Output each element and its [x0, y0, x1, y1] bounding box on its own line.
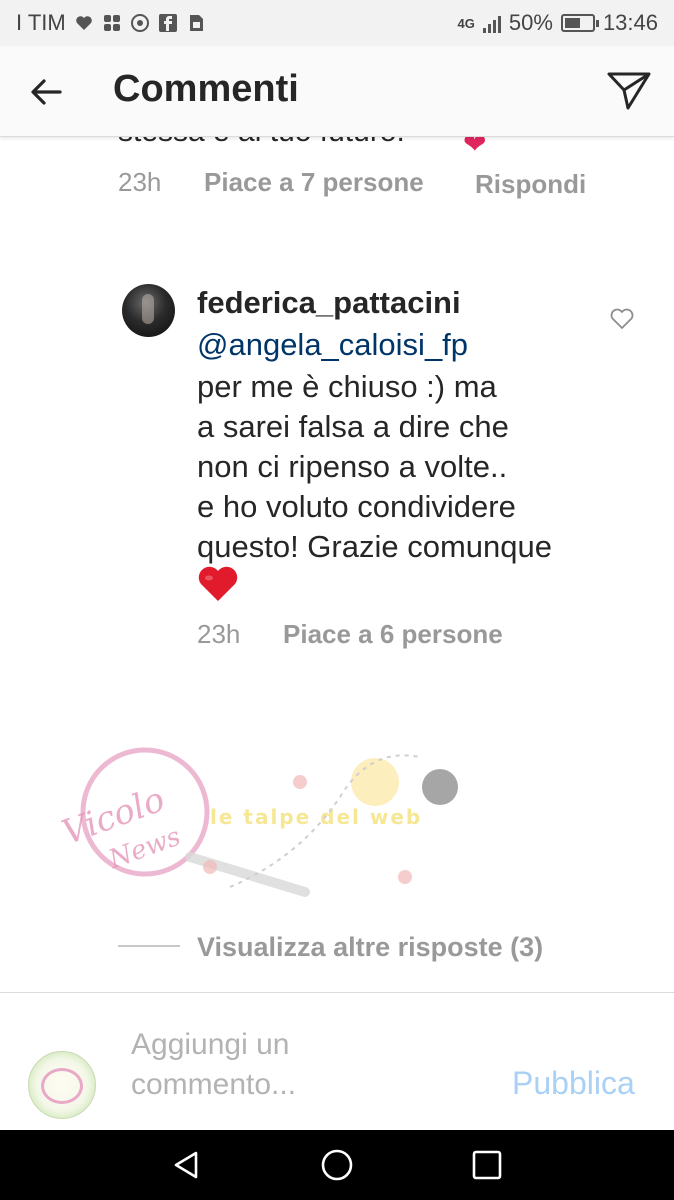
comment-likes[interactable]: Piace a 6 persone — [283, 619, 503, 650]
nav-recents-icon[interactable] — [469, 1147, 505, 1183]
comment-mention[interactable]: @angela_caloisi_fp — [197, 327, 468, 363]
heart-like-icon[interactable] — [609, 307, 635, 331]
publish-button[interactable]: Pubblica — [512, 1065, 635, 1102]
comments-list[interactable]: stessa e al tuo futuro. ❤ 23h Piace a 7 … — [0, 137, 674, 992]
svg-text:le talpe del web: le talpe del web — [210, 805, 422, 829]
previous-comment-heart-emoji: ❤ — [463, 137, 487, 159]
comment-time: 23h — [197, 619, 241, 649]
back-arrow-icon[interactable] — [26, 72, 66, 112]
page-title: Commenti — [113, 68, 299, 110]
comment-input[interactable]: Aggiungi un commento... — [131, 1025, 431, 1105]
red-heart-emoji — [198, 566, 238, 601]
share-send-icon[interactable] — [606, 70, 652, 112]
current-user-avatar — [28, 1051, 96, 1119]
system-navigation-bar — [0, 1130, 674, 1200]
avatar[interactable] — [122, 284, 175, 337]
previous-comment-time: 23h — [118, 167, 162, 197]
facebook-icon — [158, 14, 177, 32]
status-bar: I TIM 4G 50% 13:46 — [0, 0, 674, 46]
carrier-label: I TIM — [16, 10, 66, 35]
previous-comment-likes[interactable]: Piace a 7 persone — [204, 167, 424, 198]
nav-back-icon[interactable] — [168, 1147, 204, 1183]
app-header: Commenti — [0, 46, 674, 137]
divider-line — [118, 945, 180, 947]
comment-username[interactable]: federica_pattacini — [197, 285, 461, 321]
battery-percent: 50% — [508, 10, 553, 35]
whatsapp-icon — [130, 14, 149, 32]
health-icon — [75, 16, 92, 30]
watermark-logo: Vicolo News le talpe del web — [57, 747, 458, 897]
battery-icon — [560, 14, 599, 32]
previous-comment-text: stessa e al tuo futuro. — [118, 137, 405, 149]
comment-composer: Aggiungi un commento... Pubblica — [0, 992, 674, 1131]
reply-button[interactable]: Rispondi — [475, 167, 586, 201]
clock: 13:46 — [602, 10, 658, 35]
apps-icon — [103, 15, 120, 31]
sim-card-icon — [189, 15, 203, 31]
signal-icon — [482, 13, 501, 33]
network-type: 4G — [457, 15, 475, 31]
view-more-replies-link[interactable]: Visualizza altre risposte (3) — [197, 932, 543, 963]
nav-home-icon[interactable] — [319, 1147, 355, 1183]
comment-text: per me è chiuso :) ma a sarei falsa a di… — [197, 369, 552, 564]
